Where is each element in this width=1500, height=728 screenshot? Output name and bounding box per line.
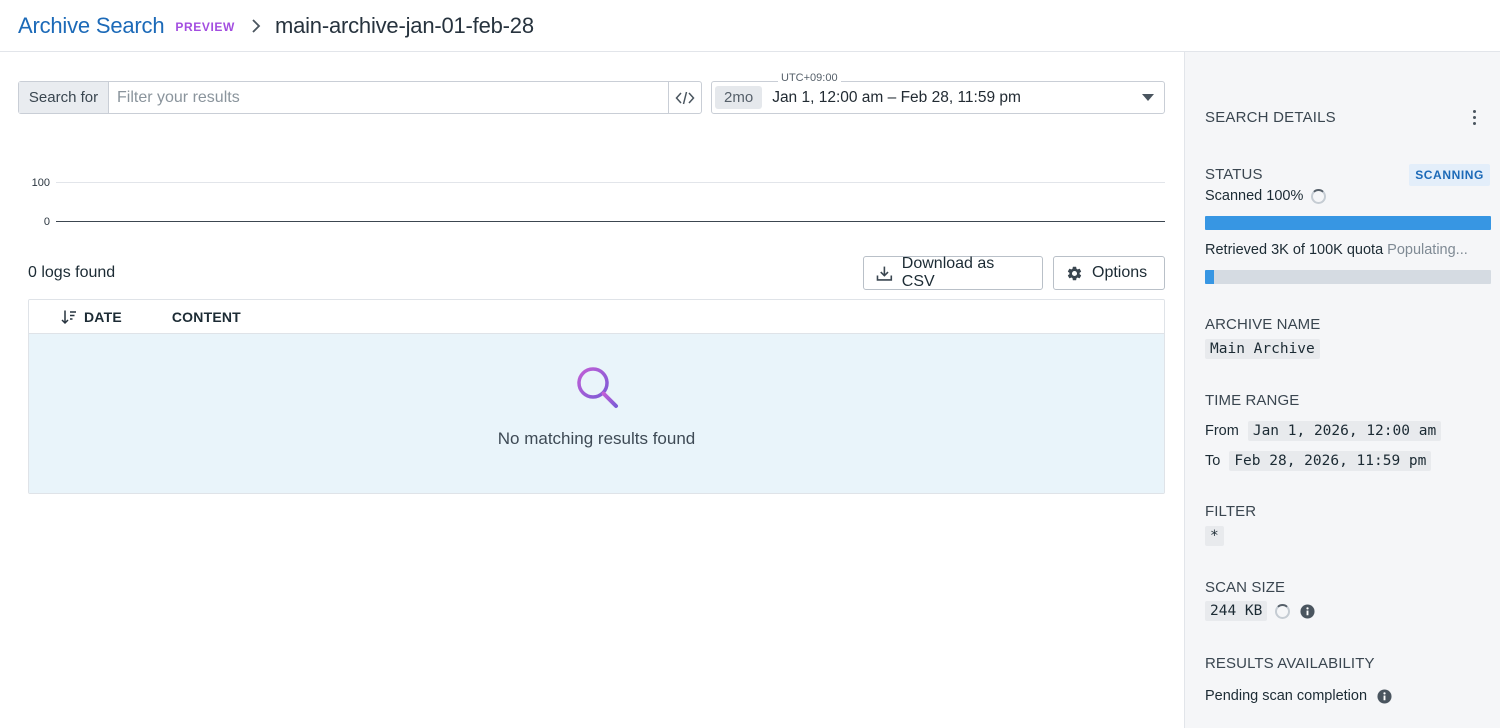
search-details-title: SEARCH DETAILS — [1205, 109, 1336, 126]
filter-label: FILTER — [1205, 503, 1257, 520]
time-range-label: TIME RANGE — [1205, 392, 1300, 409]
scan-size-row: 244 KB — [1205, 601, 1315, 621]
results-availability-label: RESULTS AVAILABILITY — [1205, 655, 1375, 672]
options-button[interactable]: Options — [1053, 256, 1165, 290]
options-label: Options — [1092, 264, 1148, 281]
archive-name-label: ARCHIVE NAME — [1205, 316, 1321, 333]
caret-down-icon — [1142, 94, 1154, 101]
search-bar: Search for — [18, 81, 702, 114]
page-header: Archive Search PREVIEW main-archive-jan-… — [0, 0, 1500, 52]
column-label-date: DATE — [84, 308, 122, 325]
time-range-picker[interactable]: UTC+09:00 2mo Jan 1, 12:00 am – Feb 28, … — [711, 72, 1165, 114]
from-value: Jan 1, 2026, 12:00 am — [1247, 421, 1442, 441]
search-for-label: Search for — [19, 82, 109, 113]
filter-row: * — [1205, 526, 1224, 546]
scanned-text: Scanned 100% — [1205, 188, 1304, 204]
more-options-icon[interactable] — [1471, 110, 1478, 125]
sort-descending-icon — [61, 310, 76, 324]
status-label: STATUS — [1205, 166, 1263, 183]
code-icon — [675, 91, 695, 104]
scan-size-value: 244 KB — [1205, 601, 1268, 621]
loading-spinner-icon — [1275, 603, 1291, 619]
retrieved-row: Retrieved 3K of 100K quota Populating... — [1205, 242, 1468, 258]
y-tick-label: 100 — [31, 177, 50, 189]
scan-size-label: SCAN SIZE — [1205, 579, 1286, 596]
empty-state-text: No matching results found — [497, 429, 696, 448]
status-badge: SCANNING — [1409, 164, 1490, 186]
page-title: main-archive-jan-01-feb-28 — [274, 12, 534, 38]
to-label: To — [1205, 453, 1221, 469]
search-icon — [576, 367, 618, 408]
info-icon[interactable] — [1300, 603, 1315, 619]
duration-badge: 2mo — [715, 86, 763, 109]
to-value: Feb 28, 2026, 11:59 pm — [1229, 451, 1432, 471]
x-axis-line — [56, 221, 1165, 222]
timezone-label: UTC+09:00 — [778, 72, 841, 84]
retrieved-text: Retrieved 3K of 100K quota — [1205, 242, 1384, 258]
retrieved-progress-bar — [1205, 270, 1491, 284]
table-header: DATE CONTENT — [29, 300, 1164, 334]
preview-tag: PREVIEW — [175, 19, 235, 34]
y-tick-label: 0 — [43, 216, 50, 228]
column-header-content: CONTENT — [171, 308, 241, 325]
from-label: From — [1205, 423, 1239, 439]
time-range-text: Jan 1, 12:00 am – Feb 28, 11:59 pm — [772, 88, 1021, 106]
scan-progress-bar — [1205, 216, 1491, 230]
loading-spinner-icon — [1311, 188, 1327, 204]
info-icon[interactable] — [1377, 688, 1392, 704]
download-csv-button[interactable]: Download as CSV — [863, 255, 1043, 290]
archive-name-value: Main Archive — [1205, 339, 1320, 359]
scanned-row: Scanned 100% — [1205, 188, 1327, 204]
code-view-button[interactable] — [668, 82, 701, 113]
column-header-date[interactable]: DATE — [61, 309, 122, 325]
search-details-panel: SEARCH DETAILS STATUS SCANNING Scanned 1… — [1184, 52, 1500, 728]
breadcrumb-archive-search[interactable]: Archive Search — [18, 13, 165, 39]
download-csv-label: Download as CSV — [901, 255, 995, 290]
search-input[interactable] — [109, 82, 668, 113]
grid-line — [56, 182, 1165, 183]
logs-count: 0 logs found — [28, 264, 116, 281]
from-row: From Jan 1, 2026, 12:00 am — [1205, 421, 1442, 441]
chevron-right-icon — [251, 18, 261, 34]
log-volume-chart: 100 0 — [28, 172, 1165, 232]
to-row: To Feb 28, 2026, 11:59 pm — [1205, 451, 1432, 471]
retrieved-state: Populating... — [1387, 242, 1468, 258]
scan-progress-fill — [1205, 216, 1491, 230]
availability-value: Pending scan completion — [1205, 688, 1368, 704]
main-panel: Search for UTC+09:00 2mo Jan 1, 12:00 am… — [0, 52, 1184, 728]
empty-state: No matching results found — [29, 334, 1164, 493]
results-table: DATE CONTENT No matching results found — [28, 299, 1165, 494]
availability-row: Pending scan completion — [1205, 688, 1392, 704]
filter-value: * — [1205, 526, 1224, 546]
gear-icon — [1067, 266, 1082, 280]
archive-name-row: Main Archive — [1205, 339, 1320, 359]
download-icon — [876, 266, 893, 281]
retrieved-progress-fill — [1205, 270, 1214, 284]
